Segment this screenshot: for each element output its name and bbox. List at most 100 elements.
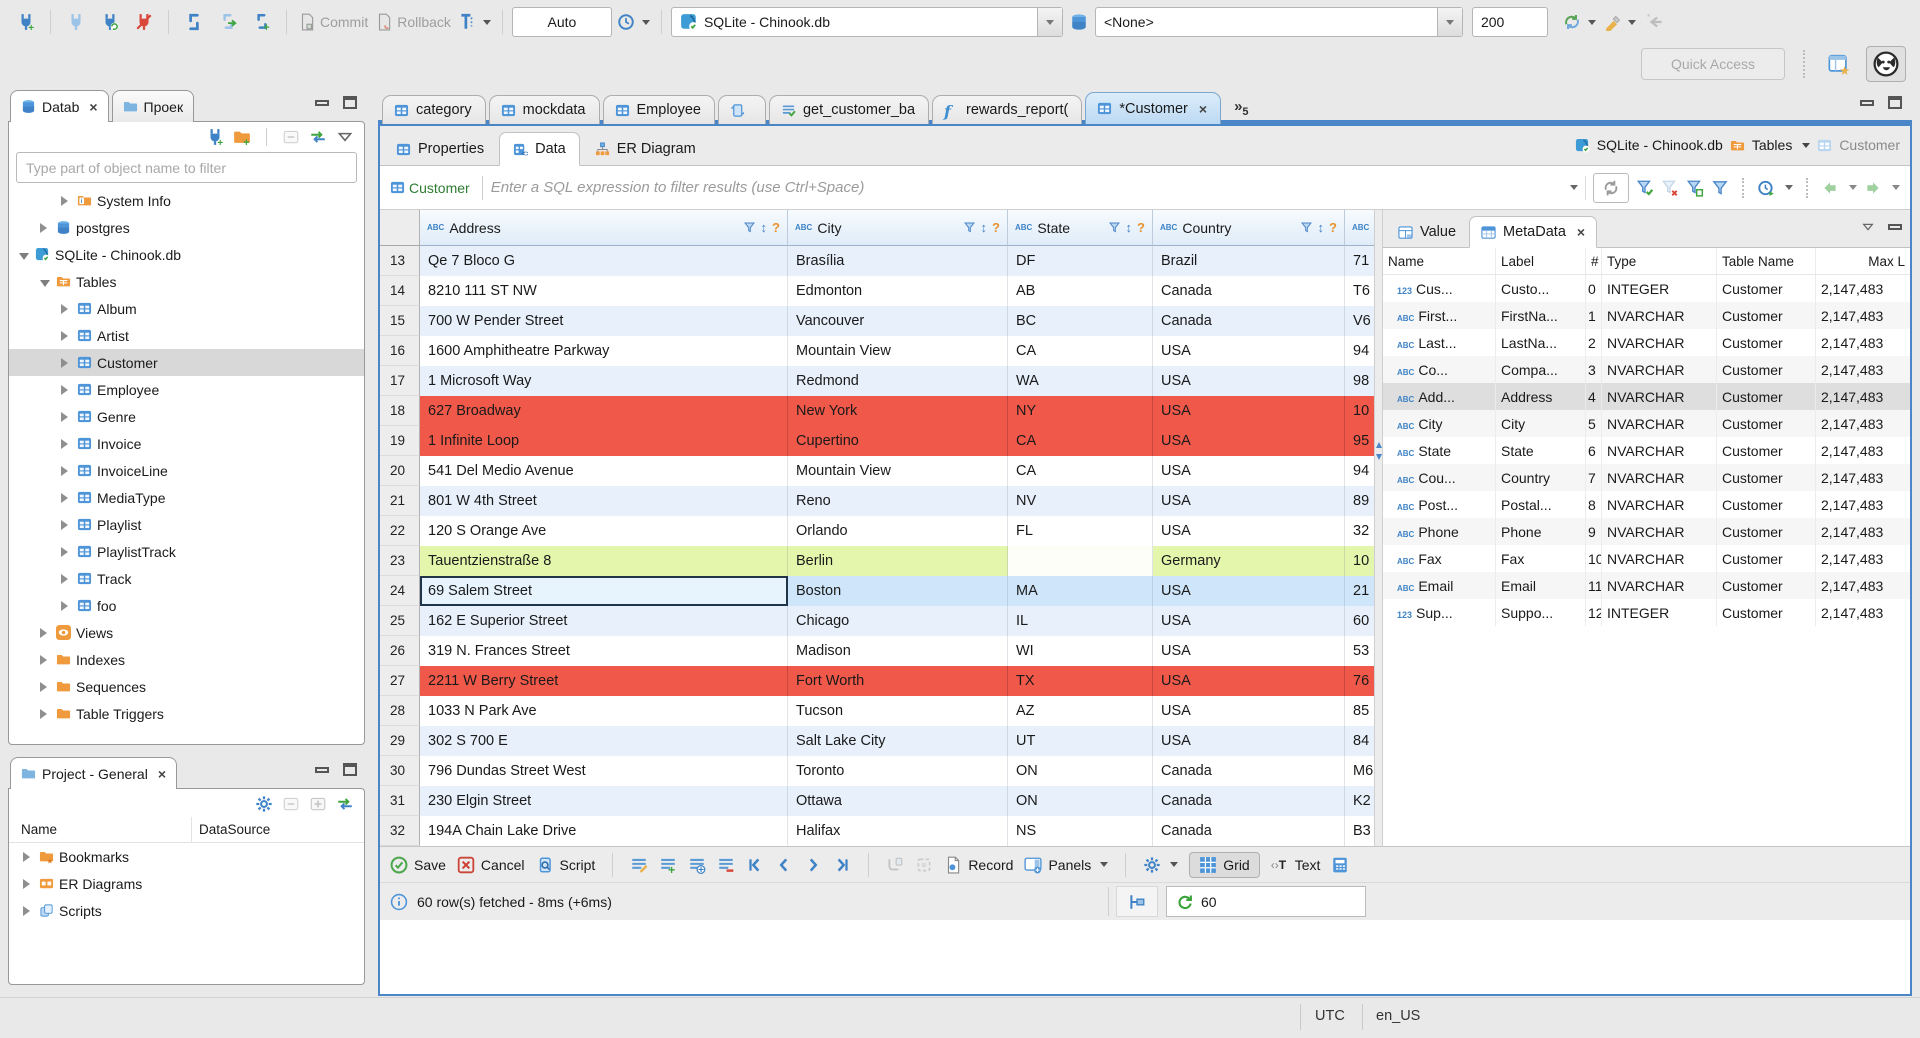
grid-cell[interactable]: Germany [1153, 546, 1345, 576]
sql-editor-button[interactable] [178, 8, 209, 36]
tree-item-indexes[interactable]: Indexes [9, 646, 364, 673]
calc-button[interactable] [1116, 886, 1158, 917]
grid-cell[interactable]: Chicago [788, 606, 1008, 636]
row-number[interactable]: 22 [380, 516, 420, 546]
breadcrumb-datasource[interactable]: SQLite - Chinook.db [1597, 137, 1723, 153]
grid-cell[interactable]: 541 Del Medio Avenue [420, 456, 788, 486]
grid-cell[interactable]: 69 Salem Street [420, 576, 788, 606]
metadata-column-label[interactable]: Label [1496, 248, 1586, 274]
cancel-button[interactable]: Cancel [457, 856, 525, 874]
column-hint-icon[interactable]: ? [1329, 220, 1337, 235]
metadata-row[interactable]: ABC Email Email 11 NVARCHAR Customer 2,147,483 [1383, 572, 1910, 599]
filter-input[interactable]: Enter a SQL expression to filter results… [491, 179, 865, 196]
datasource-combo[interactable]: SQLite - Chinook.db [670, 7, 1063, 37]
tree-item-postgres[interactable]: postgres [9, 214, 364, 241]
tree-item-tables[interactable]: Tables [9, 268, 364, 295]
grid-cell[interactable]: BC [1008, 306, 1153, 336]
expand-all-icon[interactable] [309, 795, 327, 813]
expand-arrow-icon[interactable] [61, 463, 72, 479]
grid-cell[interactable]: Toronto [788, 756, 1008, 786]
metadata-column-type[interactable]: Type [1602, 248, 1717, 274]
grid-cell[interactable]: USA [1153, 426, 1345, 456]
row-number[interactable]: 32 [380, 816, 420, 846]
tab-projects[interactable]: Проек [111, 90, 195, 122]
expand-arrow-icon[interactable] [61, 328, 72, 344]
grid-cell[interactable]: MA [1008, 576, 1153, 606]
grid-cell[interactable]: 162 E Superior Street [420, 606, 788, 636]
grid-cell[interactable]: 302 S 700 E [420, 726, 788, 756]
grid-cell[interactable]: USA [1153, 576, 1345, 606]
tab-database-navigator[interactable]: Datab × [10, 90, 109, 122]
metadata-row[interactable]: ABCFaxFax10NVARCHARCustomer 2,147,483 [1383, 545, 1910, 572]
close-icon[interactable]: × [89, 100, 97, 114]
grid-cell[interactable]: USA [1153, 636, 1345, 666]
row-number[interactable]: 25 [380, 606, 420, 636]
view-menu-icon[interactable] [336, 128, 354, 146]
remove-filter-icon[interactable] [1661, 179, 1679, 197]
row-number[interactable]: 29 [380, 726, 420, 756]
grid-cell[interactable]: Madison [788, 636, 1008, 666]
grid-cell[interactable]: AB [1008, 276, 1153, 306]
project-item-scripts[interactable]: Scripts [9, 897, 364, 924]
expand-arrow-icon[interactable] [61, 544, 72, 560]
text-mode-button[interactable]: ‹›T Text [1271, 856, 1321, 874]
grid-cell[interactable]: ON [1008, 786, 1153, 816]
navigator-filter-input[interactable]: Type part of object name to filter [16, 152, 357, 183]
sort-icon[interactable]: ↕ [981, 220, 988, 235]
minimize-icon[interactable] [1888, 224, 1902, 230]
grid-cell[interactable]: B3 [1345, 816, 1374, 846]
grid-cell[interactable]: USA [1153, 486, 1345, 516]
row-number[interactable]: 28 [380, 696, 420, 726]
metadata-row[interactable]: ABC Last... LastNa... 2 NVARCHAR Customer 2,14… [1383, 329, 1910, 356]
tree-item-playlist[interactable]: Playlist [9, 511, 364, 538]
grid-cell[interactable]: NS [1008, 816, 1153, 846]
tree-item-system-info[interactable]: i System Info [9, 187, 364, 214]
row-number[interactable]: 19 [380, 426, 420, 456]
sort-icon[interactable]: ↕ [761, 220, 768, 235]
new-connection-button[interactable]: + [10, 8, 41, 36]
expand-arrow-icon[interactable] [61, 490, 72, 506]
row-number[interactable]: 13 [380, 246, 420, 276]
breadcrumb-container[interactable]: Tables [1752, 137, 1792, 153]
close-icon[interactable]: × [1577, 225, 1585, 239]
project-item-bookmarks[interactable]: ★ Bookmarks [9, 843, 364, 870]
refresh-button[interactable] [1593, 172, 1629, 203]
grid-cell[interactable]: Brazil [1153, 246, 1345, 276]
editor-tab--sqlite-chino[interactable] [717, 95, 766, 124]
grid-cell[interactable]: Canada [1153, 306, 1345, 336]
expand-arrow-icon[interactable] [61, 571, 72, 587]
collapse-all-icon[interactable] [282, 795, 300, 813]
first-row-icon[interactable] [746, 856, 764, 874]
column-filter-icon[interactable] [1108, 221, 1121, 234]
grid-cell[interactable]: 700 W Pender Street [420, 306, 788, 336]
link-with-editor-icon[interactable] [336, 795, 354, 813]
row-number[interactable]: 14 [380, 276, 420, 306]
row-number[interactable]: 16 [380, 336, 420, 366]
generate-sql-button[interactable] [1601, 8, 1638, 36]
tree-item-album[interactable]: Album [9, 295, 364, 322]
metadata-row[interactable]: ABC Phone Phone 9 NVARCHAR Customer 2,147,483 [1383, 518, 1910, 545]
new-connection-icon[interactable]: + [206, 128, 224, 146]
grid-cell[interactable]: 1 Infinite Loop [420, 426, 788, 456]
grid-cell[interactable]: USA [1153, 696, 1345, 726]
row-number[interactable]: 31 [380, 786, 420, 816]
metadata-column-tablename[interactable]: Table Name [1717, 248, 1816, 274]
record-button[interactable]: Record [944, 856, 1013, 874]
grid-cell[interactable]: USA [1153, 666, 1345, 696]
maximize-icon[interactable] [1888, 96, 1902, 109]
edit-row-icon[interactable] [630, 856, 648, 874]
delete-row-icon[interactable] [717, 856, 735, 874]
editor-tab-get-customer-ba[interactable]: get_customer_ba [768, 95, 930, 124]
metadata-row[interactable]: ABC First... FirstNa... 1 NVARCHAR Customer 2,… [1383, 302, 1910, 329]
expand-arrow-icon[interactable] [40, 652, 51, 668]
grid-cell[interactable]: AZ [1008, 696, 1153, 726]
grid-cell[interactable]: 76 [1345, 666, 1374, 696]
apply-filter-icon[interactable] [1636, 179, 1654, 197]
sort-icon[interactable]: ↕ [1318, 220, 1325, 235]
expand-arrow-icon[interactable] [61, 409, 72, 425]
column-datasource[interactable]: DataSource [199, 822, 270, 837]
forward-green-icon[interactable] [1864, 179, 1882, 197]
grid-cell[interactable]: Reno [788, 486, 1008, 516]
grid-cell[interactable]: FL [1008, 516, 1153, 546]
auto-refresh-box[interactable]: 60 [1166, 886, 1366, 917]
